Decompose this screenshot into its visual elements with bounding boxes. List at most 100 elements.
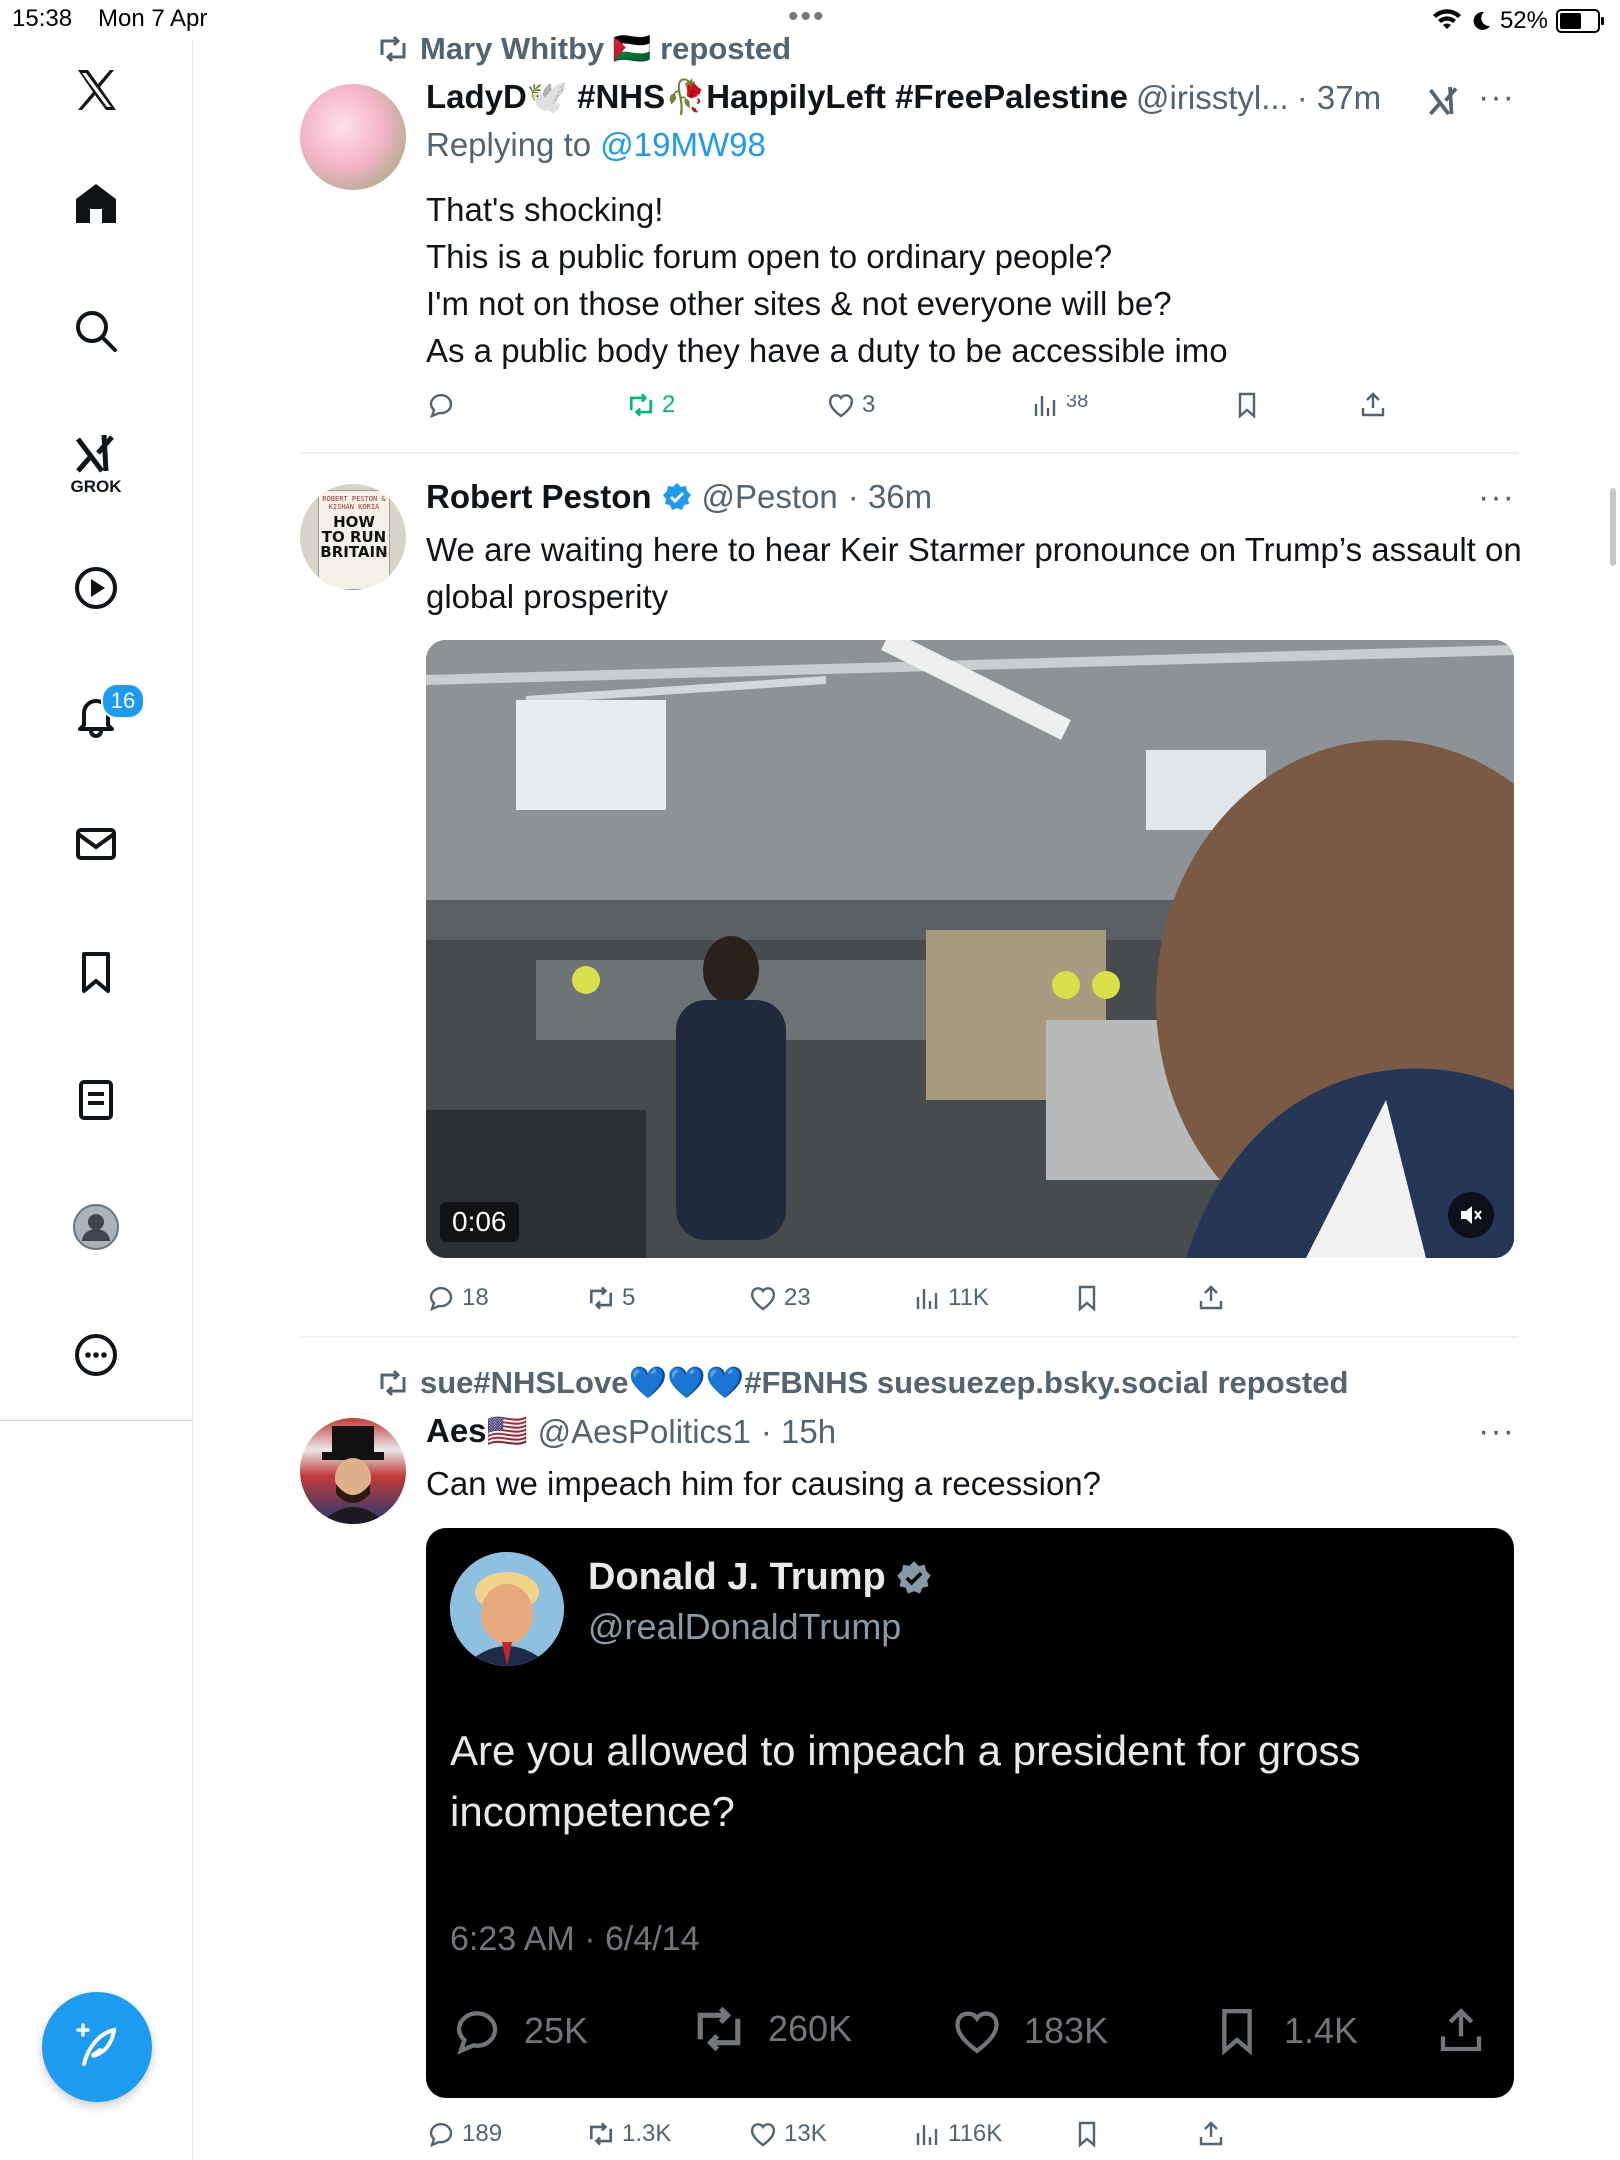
x-logo-icon[interactable] bbox=[0, 45, 192, 135]
repost-button[interactable]: 1.3K bbox=[586, 2119, 671, 2149]
replying-to: Replying to @19MW98 bbox=[426, 126, 766, 164]
user-avatar[interactable] bbox=[300, 84, 406, 190]
post-time[interactable]: · 15h bbox=[761, 1413, 836, 1451]
replying-to-handle[interactable]: @19MW98 bbox=[600, 126, 766, 163]
like-button[interactable]: 23 bbox=[748, 1283, 811, 1313]
quoted-reposts: 260K bbox=[690, 2004, 852, 2054]
post-time[interactable]: · 37m bbox=[1297, 79, 1381, 117]
handle[interactable]: @Peston bbox=[702, 478, 838, 516]
quoted-likes: 183K bbox=[950, 2004, 1108, 2058]
like-button[interactable]: 13K bbox=[748, 2119, 827, 2149]
user-avatar[interactable]: ROBERT PESTON & KISHAN KORIA HOW TO RUN … bbox=[300, 484, 406, 590]
like-count: 3 bbox=[862, 391, 876, 418]
status-bar: 15:38 Mon 7 Apr ••• 52% bbox=[0, 0, 1620, 40]
views-chart-icon bbox=[916, 2125, 938, 2145]
share-icon bbox=[1361, 392, 1385, 417]
post-text-line: As a public body they have a duty to be … bbox=[426, 332, 1228, 369]
reply-count: 189 bbox=[462, 2120, 503, 2147]
like-count: 13K bbox=[784, 2120, 827, 2147]
grok-label: GROK bbox=[70, 477, 122, 496]
reply-button[interactable]: 18 bbox=[426, 1283, 489, 1313]
post-divider bbox=[300, 1336, 1518, 1338]
repost-by-text[interactable]: Mary Whitby 🇵🇸 reposted bbox=[420, 30, 791, 67]
post-time[interactable]: · 36m bbox=[848, 478, 932, 516]
video-play-icon[interactable] bbox=[0, 543, 192, 633]
search-icon[interactable] bbox=[0, 286, 192, 376]
user-avatar[interactable] bbox=[300, 1418, 406, 1524]
heart-icon bbox=[750, 2123, 776, 2147]
quoted-name: Donald J. Trump bbox=[588, 1556, 886, 1598]
profile-avatar-icon[interactable] bbox=[0, 1182, 192, 1272]
quoted-bookmarks: 1.4K bbox=[1210, 2004, 1358, 2058]
like-count: 23 bbox=[784, 1284, 811, 1311]
more-options-icon[interactable] bbox=[0, 1310, 192, 1400]
repost-indicator: Mary Whitby 🇵🇸 reposted bbox=[376, 30, 791, 67]
post-more-icon[interactable]: ··· bbox=[1478, 478, 1515, 517]
bookmarks-icon[interactable] bbox=[0, 927, 192, 1017]
quoted-header: Donald J. Trump bbox=[588, 1556, 932, 1599]
multitasking-dots-icon[interactable]: ••• bbox=[788, 0, 826, 34]
video-player[interactable]: 0:06 bbox=[426, 640, 1514, 1258]
post-header: Aes🇺🇸 @AesPolitics1 · 15h bbox=[426, 1412, 836, 1451]
post-text-line: This is a public forum open to ordinary … bbox=[426, 238, 1113, 275]
share-icon bbox=[1440, 2008, 1482, 2052]
bookmark-button[interactable] bbox=[1072, 1283, 1102, 1313]
status-date: Mon 7 Apr bbox=[98, 5, 208, 32]
repost-by-text[interactable]: sue#NHSLove💙💙💙#FBNHS suesuezep.bsky.soci… bbox=[420, 1364, 1348, 1401]
share-icon bbox=[1199, 2121, 1223, 2146]
display-name[interactable]: Robert Peston bbox=[426, 478, 652, 516]
sidebar-divider bbox=[0, 1420, 192, 1421]
speaker-muted-icon bbox=[1461, 1206, 1482, 1224]
reply-button[interactable]: 189 bbox=[426, 2119, 502, 2149]
home-icon[interactable] bbox=[0, 158, 192, 248]
post-more-icon[interactable]: ··· bbox=[1478, 78, 1515, 117]
views-button[interactable]: 38 bbox=[1030, 390, 1088, 420]
avatar-book-authors: ROBERT PESTON & KISHAN KORIA bbox=[322, 495, 386, 511]
share-button[interactable] bbox=[1196, 1283, 1226, 1313]
grok-analyze-icon[interactable] bbox=[1426, 82, 1462, 122]
battery-icon bbox=[1556, 9, 1604, 33]
post-text: Can we impeach him for causing a recessi… bbox=[426, 1465, 1102, 1502]
scrollbar[interactable] bbox=[1610, 488, 1616, 566]
repost-count: 5 bbox=[622, 1284, 636, 1311]
views-button[interactable]: 116K bbox=[912, 2119, 1002, 2149]
share-icon bbox=[1199, 1285, 1223, 1310]
lists-icon[interactable] bbox=[0, 1055, 192, 1145]
post-actions: 189 1.3K 13K 116K bbox=[426, 2114, 1526, 2154]
heart-icon bbox=[750, 1287, 776, 1311]
notifications-bell-icon[interactable] bbox=[0, 670, 192, 760]
repost-button[interactable]: 2 bbox=[626, 390, 675, 420]
status-time: 15:38 bbox=[12, 5, 73, 32]
quoted-replies: 25K bbox=[450, 2004, 588, 2058]
share-button[interactable] bbox=[1196, 2119, 1226, 2149]
sidebar-border bbox=[192, 1420, 193, 2160]
bookmark-button[interactable] bbox=[1232, 390, 1262, 420]
bookmark-icon bbox=[1222, 2009, 1252, 2056]
view-count: 11K bbox=[948, 1284, 989, 1311]
mute-button[interactable] bbox=[1448, 1192, 1494, 1238]
like-button[interactable]: 3 bbox=[826, 390, 875, 420]
heart-icon bbox=[955, 2011, 999, 2054]
post-header: LadyD🕊️ #NHS🥀HappilyLeft #FreePalestine … bbox=[426, 78, 1381, 117]
bookmark-button[interactable] bbox=[1072, 2119, 1102, 2149]
post-text: That's shocking! This is a public forum … bbox=[426, 186, 1526, 374]
reply-button[interactable] bbox=[426, 390, 456, 420]
messages-icon[interactable] bbox=[0, 799, 192, 889]
share-button[interactable] bbox=[1358, 390, 1388, 420]
verified-badge-icon bbox=[662, 483, 691, 510]
post-text-line: I'm not on those other sites & not every… bbox=[426, 285, 1172, 322]
repost-button[interactable]: 5 bbox=[586, 1283, 635, 1313]
quoted-repost-count: 260K bbox=[768, 2008, 853, 2049]
display-name[interactable]: Aes🇺🇸 bbox=[426, 1412, 528, 1451]
quoted-image[interactable]: Donald J. Trump @realDonaldTrump Are you… bbox=[426, 1528, 1514, 2098]
compose-post-button[interactable] bbox=[42, 1992, 152, 2102]
views-button[interactable]: 11K bbox=[912, 1283, 989, 1313]
repost-icon bbox=[697, 2006, 741, 2052]
compose-feather-icon bbox=[76, 2023, 117, 2066]
views-chart-icon bbox=[916, 1289, 938, 1309]
handle[interactable]: @irisstyl... bbox=[1136, 79, 1289, 117]
post-more-icon[interactable]: ··· bbox=[1478, 1412, 1515, 1451]
display-name[interactable]: LadyD🕊️ #NHS🥀HappilyLeft #FreePalestine bbox=[426, 78, 1128, 117]
quoted-text: Are you allowed to impeach a president f… bbox=[450, 1727, 1361, 1835]
handle[interactable]: @AesPolitics1 bbox=[538, 1413, 751, 1451]
